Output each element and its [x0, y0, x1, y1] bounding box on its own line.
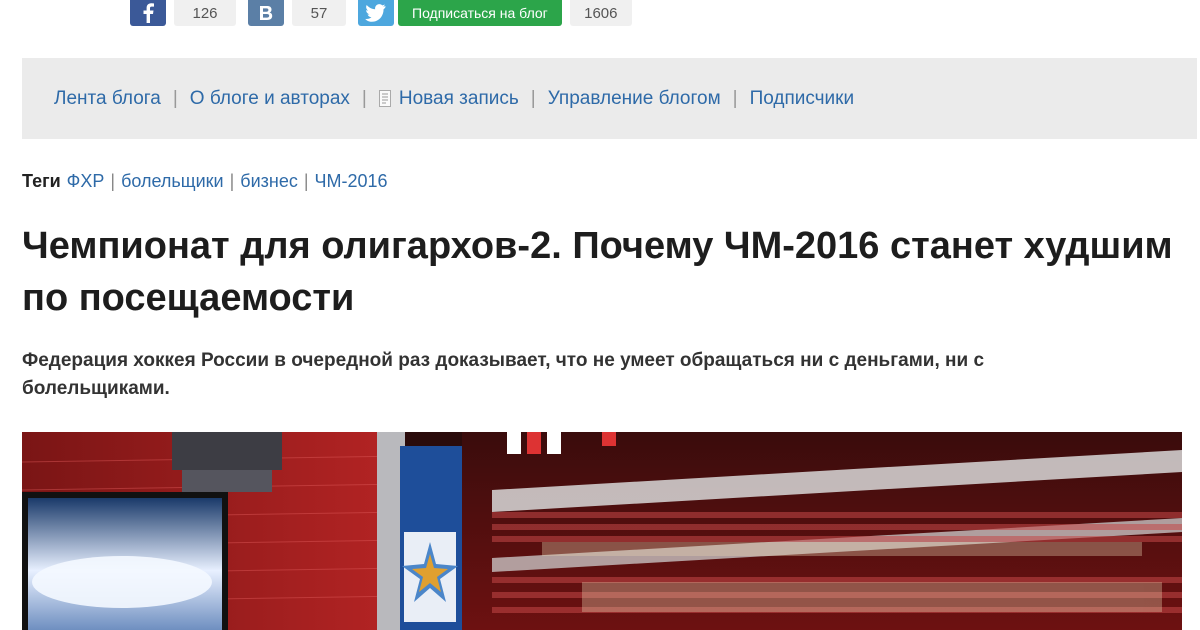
tag-separator: |: [110, 171, 116, 191]
facebook-icon: [142, 3, 154, 23]
facebook-share-count: 126: [174, 0, 236, 26]
tag-link[interactable]: болельщики: [121, 171, 224, 191]
subscribers-count: 1606: [569, 0, 632, 26]
document-icon: [378, 90, 391, 107]
twitter-icon: [365, 4, 387, 22]
blog-nav: Лента блога | О блоге и авторах | Новая …: [22, 58, 1197, 139]
article-photo: [22, 432, 1182, 630]
tags-label: Теги: [22, 171, 61, 191]
vk-icon: [257, 4, 275, 22]
nav-item-new-post[interactable]: Новая запись: [399, 88, 519, 110]
nav-item-subscribers[interactable]: Подписчики: [750, 88, 855, 110]
article-lede: Федерация хоккея России в очередной раз …: [22, 350, 985, 399]
facebook-share-button[interactable]: [130, 0, 166, 26]
vk-share-count: 57: [292, 0, 346, 26]
tag-separator: |: [229, 171, 235, 191]
twitter-share-button[interactable]: [358, 0, 394, 26]
tags-line: Теги ФХР | болельщики | бизнес | ЧМ-2016: [22, 171, 388, 192]
nav-separator: |: [172, 87, 178, 109]
tag-link[interactable]: бизнес: [240, 171, 298, 191]
nav-item-manage-blog[interactable]: Управление блогом: [548, 88, 721, 110]
nav-separator: |: [530, 87, 536, 109]
vk-share-button[interactable]: [248, 0, 284, 26]
nav-item-blog-feed[interactable]: Лента блога: [54, 88, 161, 110]
tag-separator: |: [303, 171, 309, 191]
article-headline: Чемпионат для олигархов-2. Почему ЧМ-201…: [22, 225, 1173, 319]
nav-item-about[interactable]: О блоге и авторах: [190, 88, 350, 110]
tag-link[interactable]: ЧМ-2016: [315, 171, 388, 191]
tag-link[interactable]: ФХР: [67, 171, 105, 191]
share-bar: 126 57 Подписаться на блог 1606: [130, 0, 644, 26]
nav-separator: |: [732, 87, 738, 109]
nav-separator: |: [361, 87, 367, 109]
subscribe-button[interactable]: Подписаться на блог: [398, 0, 562, 26]
